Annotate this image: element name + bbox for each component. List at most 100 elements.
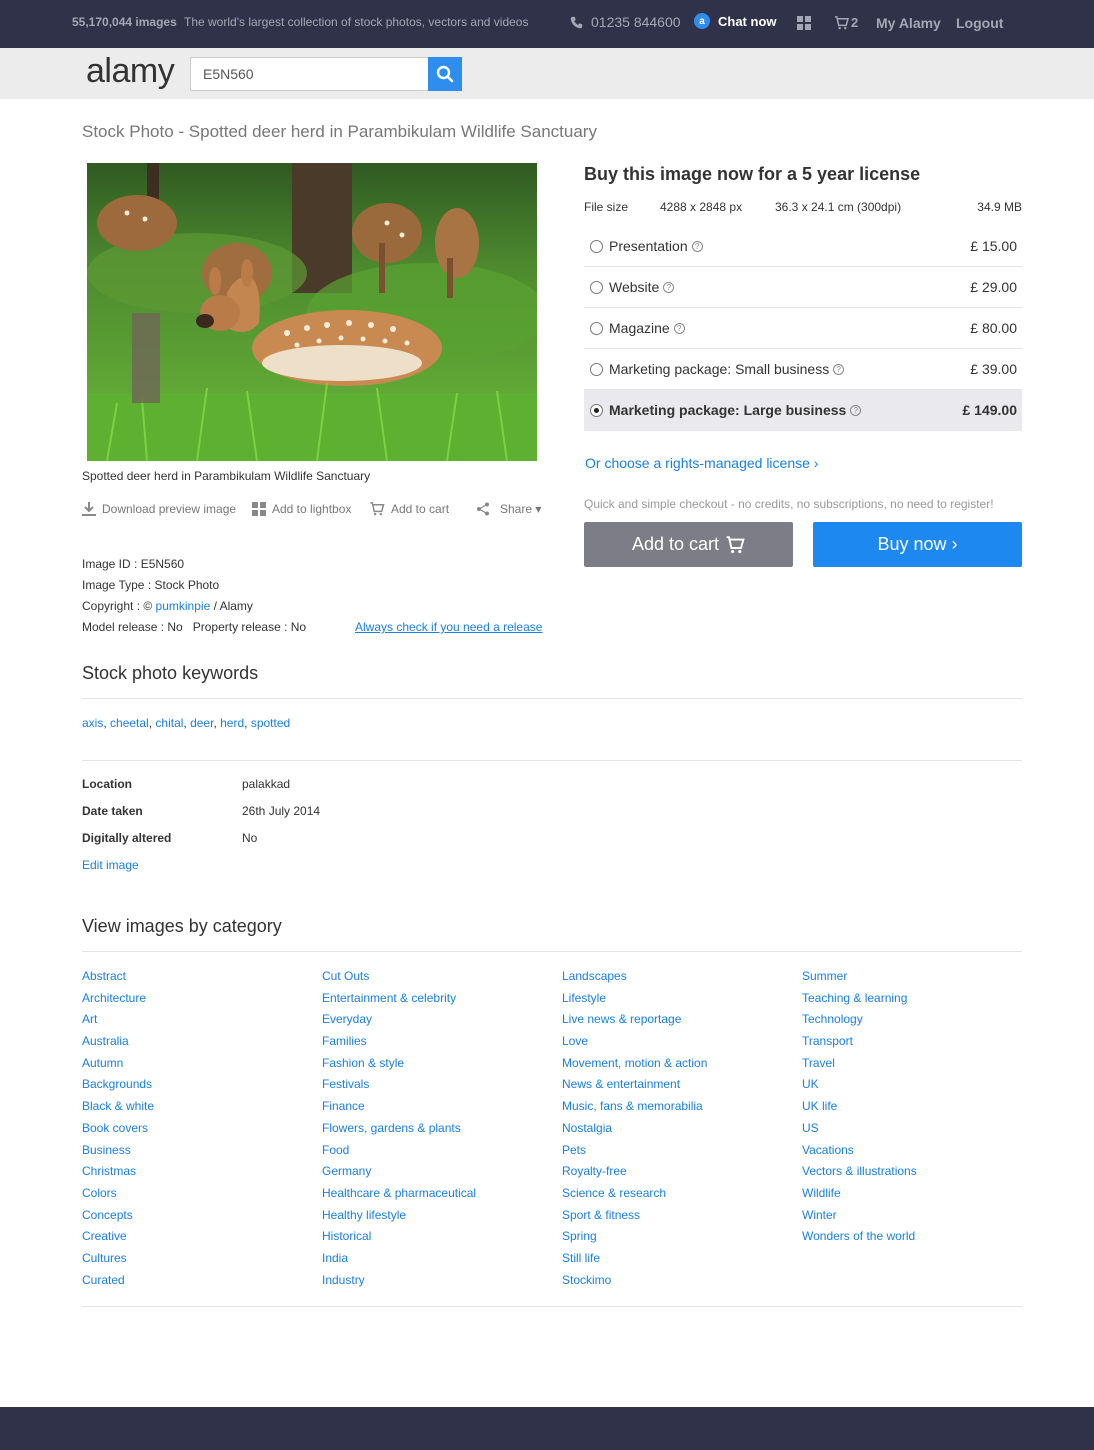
category-link[interactable]: Live news & reportage (562, 1012, 792, 1034)
category-link[interactable]: Travel (802, 1056, 1032, 1078)
keyword-link[interactable]: herd (220, 716, 244, 730)
category-link[interactable]: Vacations (802, 1143, 1032, 1165)
keyword-link[interactable]: deer (190, 716, 213, 730)
share-button[interactable]: Share ▾ (476, 502, 541, 516)
keyword-link[interactable]: spotted (251, 716, 290, 730)
category-link[interactable]: US (802, 1121, 1032, 1143)
category-link[interactable]: Book covers (82, 1121, 312, 1143)
search-input[interactable] (190, 57, 429, 91)
category-link[interactable]: Colors (82, 1186, 312, 1208)
license-option[interactable]: Presentation? £ 15.00 (584, 226, 1022, 267)
category-link[interactable]: Creative (82, 1229, 312, 1251)
category-link[interactable]: Landscapes (562, 969, 792, 991)
category-link[interactable]: Wonders of the world (802, 1229, 1032, 1251)
category-link[interactable]: Curated (82, 1273, 312, 1295)
license-option-selected[interactable]: Marketing package: Large business? £ 149… (584, 390, 1022, 431)
category-link[interactable]: Spring (562, 1229, 792, 1251)
radio-button[interactable] (590, 240, 603, 253)
help-icon[interactable]: ? (673, 322, 685, 334)
category-link[interactable]: Concepts (82, 1208, 312, 1230)
category-link[interactable]: Business (82, 1143, 312, 1165)
category-link[interactable]: Music, fans & memorabilia (562, 1099, 792, 1121)
category-link[interactable]: Sport & fitness (562, 1208, 792, 1230)
file-print-size: 36.3 x 24.1 cm (300dpi) (775, 200, 902, 214)
category-link[interactable]: Food (322, 1143, 552, 1165)
download-preview-button[interactable]: Download preview image (82, 502, 236, 516)
category-link[interactable]: Movement, motion & action (562, 1056, 792, 1078)
category-link[interactable]: Backgrounds (82, 1077, 312, 1099)
radio-button-selected[interactable] (590, 404, 603, 417)
category-link[interactable]: Healthy lifestyle (322, 1208, 552, 1230)
category-link[interactable]: Everyday (322, 1012, 552, 1034)
header-cart[interactable]: 2 (834, 15, 858, 30)
category-link[interactable]: UK life (802, 1099, 1032, 1121)
category-link[interactable]: Flowers, gardens & plants (322, 1121, 552, 1143)
alamy-logo[interactable]: alamy (86, 52, 175, 91)
category-link[interactable]: Lifestyle (562, 991, 792, 1013)
category-link[interactable]: Abstract (82, 969, 312, 991)
stock-photo[interactable] (87, 163, 537, 461)
logout-link[interactable]: Logout (956, 15, 1003, 31)
license-option[interactable]: Website? £ 29.00 (584, 267, 1022, 308)
category-link[interactable]: Entertainment & celebrity (322, 991, 552, 1013)
category-link[interactable]: Pets (562, 1143, 792, 1165)
category-link[interactable]: Autumn (82, 1056, 312, 1078)
category-link[interactable]: India (322, 1251, 552, 1273)
category-link[interactable]: Fashion & style (322, 1056, 552, 1078)
license-option[interactable]: Marketing package: Small business? £ 39.… (584, 349, 1022, 390)
category-link[interactable]: Stockimo (562, 1273, 792, 1295)
category-link[interactable]: Transport (802, 1034, 1032, 1056)
add-to-lightbox-button[interactable]: Add to lightbox (252, 502, 351, 516)
category-link[interactable]: Technology (802, 1012, 1032, 1034)
rights-managed-link[interactable]: Or choose a rights-managed license › (585, 455, 818, 471)
category-link[interactable]: Art (82, 1012, 312, 1034)
my-alamy-link[interactable]: My Alamy (876, 15, 941, 31)
search-button[interactable] (428, 57, 462, 91)
author-link[interactable]: pumkinpie (156, 599, 211, 613)
category-link[interactable]: Winter (802, 1208, 1032, 1230)
help-icon[interactable]: ? (691, 240, 703, 252)
category-link[interactable]: Cultures (82, 1251, 312, 1273)
help-icon[interactable]: ? (833, 363, 845, 375)
lightbox-grid-icon[interactable] (797, 16, 811, 30)
radio-button[interactable] (590, 363, 603, 376)
release-info-link[interactable]: Always check if you need a release (355, 617, 542, 638)
category-link[interactable]: Healthcare & pharmaceutical (322, 1186, 552, 1208)
buy-now-button[interactable]: Buy now › (813, 522, 1022, 567)
category-link[interactable]: Cut Outs (322, 969, 552, 991)
phone-link[interactable]: 01235 844600 (570, 14, 681, 30)
chat-now-button[interactable]: a Chat now (694, 13, 777, 29)
category-link[interactable]: Finance (322, 1099, 552, 1121)
category-link[interactable]: Teaching & learning (802, 991, 1032, 1013)
category-link[interactable]: Christmas (82, 1164, 312, 1186)
category-link[interactable]: Science & research (562, 1186, 792, 1208)
help-icon[interactable]: ? (850, 404, 862, 416)
category-link[interactable]: UK (802, 1077, 1032, 1099)
category-link[interactable]: Families (322, 1034, 552, 1056)
license-option[interactable]: Magazine? £ 80.00 (584, 308, 1022, 349)
category-link[interactable]: Love (562, 1034, 792, 1056)
add-to-cart-button[interactable]: Add to cart (584, 522, 793, 567)
category-link[interactable]: Architecture (82, 991, 312, 1013)
category-link[interactable]: Industry (322, 1273, 552, 1295)
keyword-link[interactable]: cheetal (110, 716, 149, 730)
category-link[interactable]: Germany (322, 1164, 552, 1186)
category-link[interactable]: Still life (562, 1251, 792, 1273)
radio-button[interactable] (590, 281, 603, 294)
keyword-link[interactable]: chital (155, 716, 183, 730)
category-link[interactable]: Black & white (82, 1099, 312, 1121)
category-link[interactable]: Historical (322, 1229, 552, 1251)
radio-button[interactable] (590, 322, 603, 335)
category-link[interactable]: Summer (802, 969, 1032, 991)
category-link[interactable]: News & entertainment (562, 1077, 792, 1099)
category-link[interactable]: Nostalgia (562, 1121, 792, 1143)
add-to-cart-link[interactable]: Add to cart (369, 502, 449, 516)
category-link[interactable]: Royalty-free (562, 1164, 792, 1186)
category-link[interactable]: Vectors & illustrations (802, 1164, 1032, 1186)
category-link[interactable]: Wildlife (802, 1186, 1032, 1208)
category-link[interactable]: Australia (82, 1034, 312, 1056)
edit-image-link[interactable]: Edit image (82, 858, 139, 872)
help-icon[interactable]: ? (663, 281, 675, 293)
keyword-link[interactable]: axis (82, 716, 103, 730)
category-link[interactable]: Festivals (322, 1077, 552, 1099)
